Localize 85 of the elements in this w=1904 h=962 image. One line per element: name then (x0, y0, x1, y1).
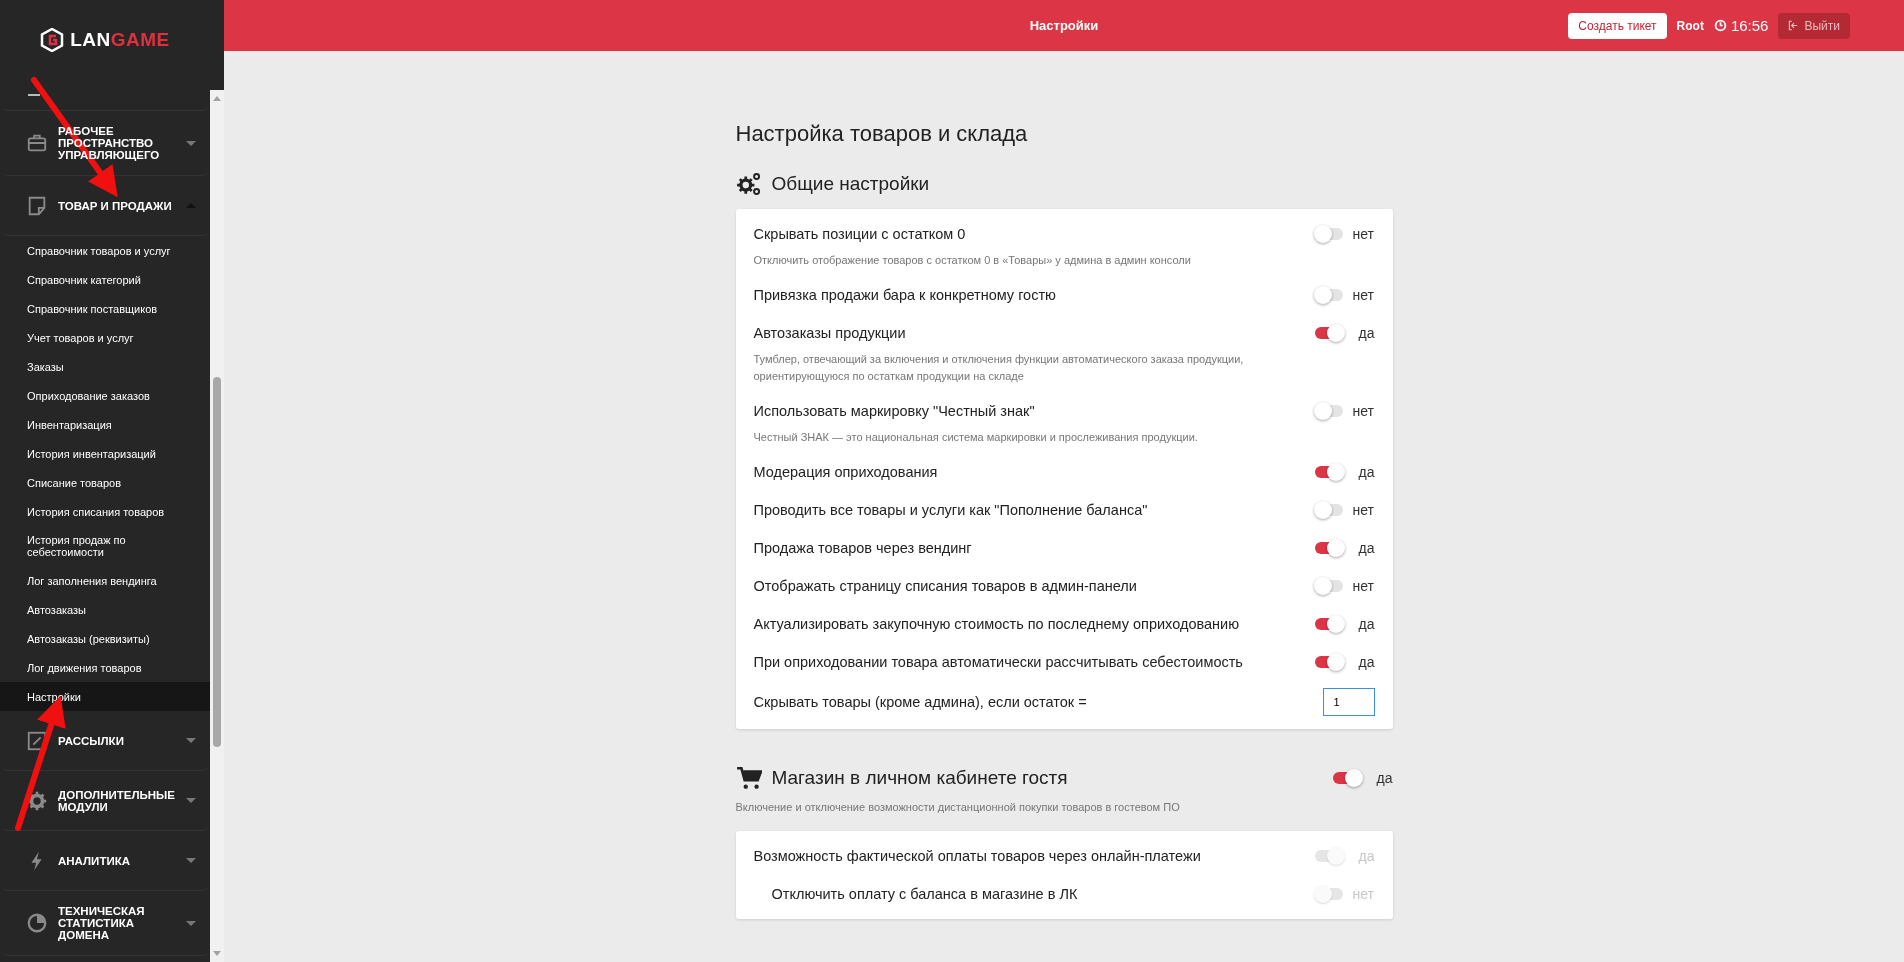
section-description: Включение и отключение возможности дистанционной покупки товаров в гостевом ПО (735, 801, 1181, 813)
caret-icon (186, 858, 196, 863)
setting-label: Модерация оприходования (753, 464, 938, 480)
toggle-switch[interactable] (1314, 327, 1343, 339)
toggle-state-label: да (1357, 654, 1375, 670)
toggle-state-label: да (1357, 540, 1375, 556)
setting-label: При оприходовании товара автоматически рассчитывать себестоимость (753, 654, 1243, 670)
setting-label: Использовать маркировку "Честный знак" (753, 403, 1035, 419)
menu-item[interactable]: История продаж по себестоимости (0, 526, 210, 566)
toggle-switch[interactable] (1314, 466, 1343, 478)
menu-group-label: ТОВАР И ПРОДАЖИ (58, 199, 173, 212)
logo-icon (40, 28, 65, 52)
pie-chart-icon (26, 912, 48, 934)
create-ticket-button[interactable]: Создать тикет (1568, 12, 1667, 39)
toggle-switch[interactable] (1314, 618, 1343, 630)
toggle-switch[interactable] (1314, 656, 1343, 668)
setting-description: Отключить отображение товаров с остатком 0 в «Товары» у админа в админ консоли (753, 253, 1192, 268)
note-icon (26, 194, 48, 217)
toggle-switch[interactable] (1314, 289, 1343, 301)
logo: LANGAME (70, 29, 170, 51)
setting-label: Привязка продажи бара к конкретному гостю (753, 287, 1056, 303)
setting-label: Продажа товаров через вендинг (753, 540, 972, 556)
menu-item[interactable]: Заказы (0, 352, 210, 381)
setting-label: Возможность фактической оплаты товаров через онлайн-платежи (753, 848, 1201, 864)
toggle-switch[interactable] (1314, 405, 1343, 417)
setting-label: Скрывать товары (кроме админа), если остаток = (753, 694, 1087, 710)
toggle-switch[interactable] (1314, 542, 1343, 554)
section-heading: Общие настройки (771, 173, 930, 195)
cart-icon (735, 765, 762, 791)
section-title: Настройка товаров и склада (735, 121, 1029, 147)
menu-item[interactable]: Автозаказы (реквизиты) (0, 624, 210, 653)
menu-group-label: ДОПОЛНИТЕЛЬНЫЕ МОДУЛИ (58, 788, 176, 813)
clock-time: 16:56 (1730, 17, 1769, 34)
toggle-state-label: да (1375, 770, 1393, 786)
menu-group-label: АНАЛИТИКА (58, 854, 131, 867)
caret-icon (186, 798, 196, 803)
page-title: Настройки (1029, 18, 1099, 33)
menu-item[interactable]: Лог движения товаров (0, 653, 210, 682)
setting-label: Проводить все товары и услуги как "Пополнение баланса" (753, 502, 1148, 518)
user-name: Root (1676, 18, 1704, 33)
menu-item[interactable]: История инвентаризаций (0, 439, 210, 468)
setting-description: Тумблер, отвечающий за включения и отключения функции автоматического заказа продукции, ориентирующуюся по остаткам продукции на складе (753, 352, 1245, 384)
toggle-state-label: нет (1352, 403, 1375, 419)
toggle-state-label: нет (1352, 578, 1375, 594)
logout-button[interactable]: Выйти (1778, 12, 1850, 39)
menu-group-label: РАССЫЛКИ (58, 734, 125, 747)
setting-description: Честный ЗНАК — это национальная система маркировки и прослеживания продукции. (753, 430, 1199, 445)
menu-item[interactable]: Справочник поставщиков (0, 294, 210, 323)
menu-item[interactable]: Справочник категорий (0, 265, 210, 294)
toggle-state-label: нет (1352, 287, 1375, 303)
toggle-switch[interactable] (1314, 504, 1343, 516)
toggle-state-label: да (1357, 616, 1375, 632)
menu-item[interactable]: Оприходование заказов (0, 381, 210, 410)
menu-item[interactable]: Списание товаров (0, 468, 210, 497)
menu-group-label: ТЕХНИЧЕСКАЯ СТАТИСТИКА ДОМЕНА (58, 905, 146, 941)
setting-label: Скрывать позиции с остатком 0 (753, 226, 966, 242)
scrollbar[interactable] (210, 90, 224, 962)
toggle-switch[interactable] (1332, 772, 1361, 784)
gears-icon (735, 171, 762, 197)
setting-label: Актуализировать закупочную стоимость по последнему оприходованию (753, 616, 1240, 632)
briefcase-icon (26, 132, 48, 154)
toggle-state-label: да (1357, 325, 1375, 341)
caret-icon (186, 920, 196, 926)
logout-icon (1788, 20, 1800, 31)
toggle-switch[interactable] (1314, 580, 1343, 592)
caret-icon (186, 140, 196, 146)
setting-label: Отключить оплату с баланса в магазине в ЛК (771, 886, 1078, 902)
caret-icon (186, 738, 196, 743)
setting-label: Автозаказы продукции (753, 325, 906, 341)
section-heading: Магазин в личном кабинете гостя (771, 767, 1068, 789)
menu-item[interactable]: Автозаказы (0, 595, 210, 624)
menu-item[interactable]: Лог заполнения вендинга (0, 566, 210, 595)
edit-icon (26, 729, 48, 752)
clock-icon (1713, 19, 1727, 32)
menu-item[interactable]: История списания товаров (0, 497, 210, 526)
menu-item[interactable]: Настройки (0, 682, 210, 711)
menu-item[interactable]: Инвентаризация (0, 410, 210, 439)
menu-item[interactable]: Учет товаров и услуг (0, 323, 210, 352)
toggle-state-label: нет (1352, 226, 1375, 242)
menu-item[interactable]: Справочник товаров и услуг (0, 236, 210, 265)
number-field[interactable]: 1 (1322, 688, 1375, 716)
toggle-switch[interactable] (1314, 228, 1343, 240)
setting-label: Отображать страницу списания товаров в админ-панели (753, 578, 1137, 594)
toggle-state-label: да (1357, 464, 1375, 480)
toggle-state-label: нет (1352, 502, 1375, 518)
